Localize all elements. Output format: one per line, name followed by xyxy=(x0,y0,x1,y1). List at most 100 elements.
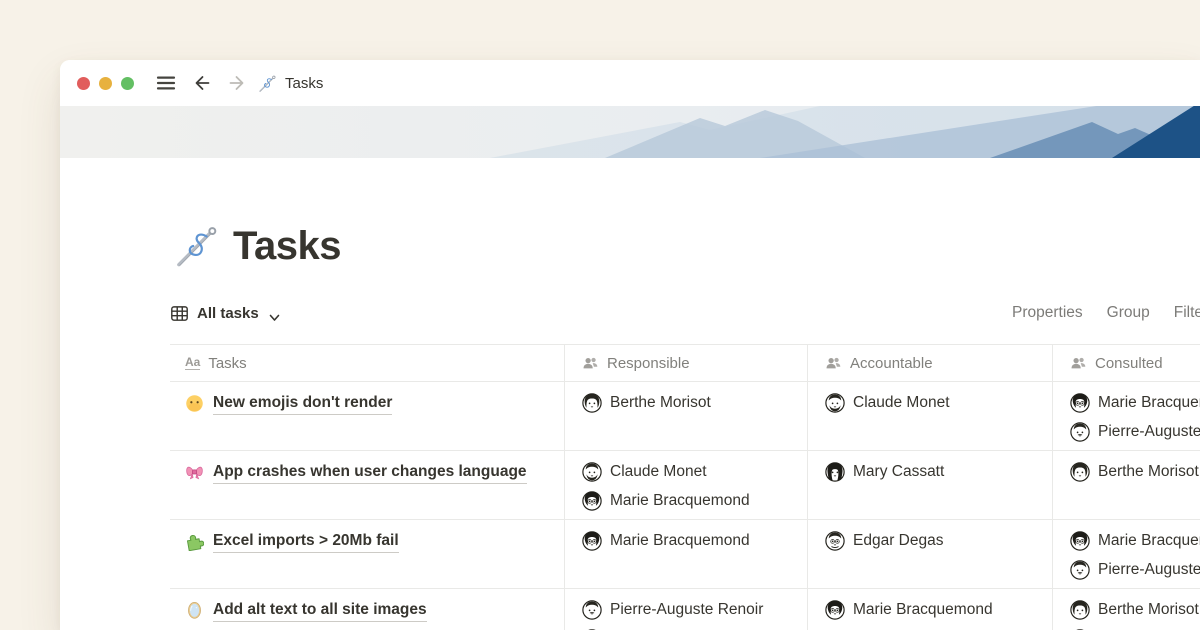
breadcrumb[interactable]: Tasks xyxy=(258,74,323,93)
filter-button[interactable]: Filter xyxy=(1174,304,1200,322)
person-entry: Berthe Morisot xyxy=(582,393,797,413)
person-name: Berthe Morisot xyxy=(1098,601,1199,619)
chevron-down-icon xyxy=(269,309,280,317)
task-title-link[interactable]: Excel imports > 20Mb fail xyxy=(213,531,399,553)
person-entry: Marie Bracquemond xyxy=(582,491,797,511)
responsible-cell[interactable]: Marie Bracquemond xyxy=(565,520,808,588)
zoom-window-button[interactable] xyxy=(121,77,134,90)
accountable-cell[interactable]: Mary Cassatt xyxy=(808,451,1053,519)
responsible-cell[interactable]: Pierre-Auguste Renoir xyxy=(565,589,808,630)
table-row: Excel imports > 20Mb fail Marie Bracquemo… xyxy=(170,520,1200,589)
task-title-cell[interactable]: Excel imports > 20Mb fail xyxy=(170,520,565,588)
sidebar-menu-button[interactable] xyxy=(156,73,176,93)
person-name: Claude Monet xyxy=(610,463,707,481)
table-row: Add alt text to all site images Pierre-Au… xyxy=(170,589,1200,630)
forward-arrow-icon xyxy=(227,73,248,93)
person-name: Marie Bracquemond xyxy=(853,601,993,619)
person-entry: Claude Monet xyxy=(582,462,797,482)
group-button[interactable]: Group xyxy=(1107,304,1150,322)
table-row: App crashes when user changes language Cl… xyxy=(170,451,1200,520)
puzzle-piece-emoji xyxy=(185,532,204,551)
task-title-link[interactable]: App crashes when user changes language xyxy=(213,462,527,484)
person-name: Berthe Morisot xyxy=(610,394,711,412)
task-title-cell[interactable]: New emojis don't render xyxy=(170,382,565,450)
avatar-man-short xyxy=(1070,422,1090,442)
mirror-emoji xyxy=(185,601,204,620)
accountable-cell[interactable]: Claude Monet xyxy=(808,382,1053,450)
avatar-man-beard xyxy=(582,462,602,482)
face-without-mouth-emoji xyxy=(185,394,204,413)
task-title-link[interactable]: Add alt text to all site images xyxy=(213,600,427,622)
back-button[interactable] xyxy=(191,73,212,93)
avatar-woman-bob xyxy=(1070,600,1090,620)
responsible-cell[interactable]: Claude Monet Marie Bracquemond xyxy=(565,451,808,519)
page-cover xyxy=(60,106,1200,158)
consulted-cell[interactable]: Berthe Morisot xyxy=(1053,451,1200,519)
avatar-woman-updo xyxy=(1070,531,1090,551)
consulted-cell[interactable]: Marie Bracquemond Pierre-Auguste Renoir xyxy=(1053,382,1200,450)
consulted-cell[interactable]: Marie Bracquemond Pierre-Auguste Renoir xyxy=(1053,520,1200,588)
person-entry: Marie Bracquemond xyxy=(582,531,797,551)
avatar-man-short xyxy=(1070,560,1090,580)
accountable-cell[interactable]: Edgar Degas xyxy=(808,520,1053,588)
avatar-woman-updo xyxy=(582,531,602,551)
title-property-icon: Aa xyxy=(185,356,200,370)
column-header-tasks[interactable]: Aa Tasks xyxy=(170,345,565,381)
close-window-button[interactable] xyxy=(77,77,90,90)
page-title[interactable]: Tasks xyxy=(233,220,341,272)
table-row: New emojis don't render Berthe Morisot Cla… xyxy=(170,382,1200,451)
task-title-link[interactable]: New emojis don't render xyxy=(213,393,392,415)
person-name: Pierre-Auguste Renoir xyxy=(1098,423,1200,441)
column-label: Tasks xyxy=(208,355,246,372)
task-title-cell[interactable]: Add alt text to all site images xyxy=(170,589,565,630)
minimize-window-button[interactable] xyxy=(99,77,112,90)
view-selector[interactable]: All tasks xyxy=(170,304,280,323)
avatar-man-beard xyxy=(825,393,845,413)
tasks-table: Aa Tasks Responsible Accountable Consult… xyxy=(170,344,1200,630)
column-label: Responsible xyxy=(607,355,690,372)
accountable-cell[interactable]: Marie Bracquemond xyxy=(808,589,1053,630)
table-header-row: Aa Tasks Responsible Accountable Consult… xyxy=(170,344,1200,382)
column-header-consulted[interactable]: Consulted xyxy=(1053,345,1200,381)
people-icon xyxy=(1070,355,1087,372)
person-name: Marie Bracquemond xyxy=(610,532,750,550)
table-body: New emojis don't render Berthe Morisot Cla… xyxy=(170,382,1200,630)
consulted-cell[interactable]: Berthe Morisot xyxy=(1053,589,1200,630)
column-label: Consulted xyxy=(1095,355,1163,372)
traffic-lights xyxy=(77,77,134,90)
column-header-responsible[interactable]: Responsible xyxy=(565,345,808,381)
person-name: Marie Bracquemond xyxy=(1098,532,1200,550)
person-name: Pierre-Auguste Renoir xyxy=(1098,561,1200,579)
person-entry: Pierre-Auguste Renoir xyxy=(1070,422,1200,442)
person-entry: Marie Bracquemond xyxy=(1070,393,1200,413)
person-entry: Marie Bracquemond xyxy=(1070,531,1200,551)
mountains-cover-image xyxy=(60,106,1200,158)
column-label: Accountable xyxy=(850,355,933,372)
task-title-cell[interactable]: App crashes when user changes language xyxy=(170,451,565,519)
app-window: Tasks Tasks xyxy=(60,60,1200,630)
person-entry: Mary Cassatt xyxy=(825,462,1042,482)
column-header-accountable[interactable]: Accountable xyxy=(808,345,1053,381)
person-entry: Pierre-Auguste Renoir xyxy=(1070,560,1200,580)
avatar-woman-bob xyxy=(582,393,602,413)
person-entry: Berthe Morisot xyxy=(1070,462,1200,482)
needle-icon[interactable] xyxy=(174,223,220,269)
hamburger-icon xyxy=(156,73,176,93)
person-entry: Pierre-Auguste Renoir xyxy=(582,600,797,620)
properties-button[interactable]: Properties xyxy=(1012,304,1083,322)
person-entry: Edgar Degas xyxy=(825,531,1042,551)
desktop-background: Tasks Tasks xyxy=(0,0,1200,630)
breadcrumb-label: Tasks xyxy=(285,75,323,92)
pink-bow-emoji xyxy=(185,463,204,482)
people-icon xyxy=(825,355,842,372)
responsible-cell[interactable]: Berthe Morisot xyxy=(565,382,808,450)
table-view-icon xyxy=(170,304,189,323)
avatar-woman-bob xyxy=(1070,462,1090,482)
person-name: Pierre-Auguste Renoir xyxy=(610,601,763,619)
avatar-man-short xyxy=(582,600,602,620)
avatar-man-glasses xyxy=(825,531,845,551)
people-icon xyxy=(582,355,599,372)
person-name: Claude Monet xyxy=(853,394,950,412)
forward-button[interactable] xyxy=(227,73,248,93)
avatar-woman-updo xyxy=(1070,393,1090,413)
